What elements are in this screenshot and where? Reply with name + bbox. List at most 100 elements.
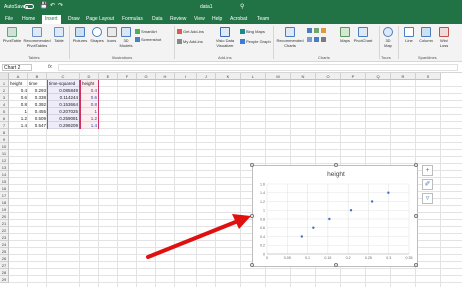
cell-d4[interactable]: 0.8: [80, 101, 99, 108]
cell-a6[interactable]: 1.2: [9, 115, 28, 122]
scatter-chart[interactable]: height 0 0.2 0.4 0.6 0.8 1 1.2 1.4 1.6 0 0.05 0.1 0.…: [250, 163, 418, 267]
cell-b6[interactable]: 0.509: [28, 115, 47, 122]
tab-acrobat[interactable]: Acrobat: [230, 16, 247, 22]
row-header-15[interactable]: 15: [0, 178, 9, 185]
cell-b5[interactable]: 0.455: [28, 108, 47, 115]
row-header-2[interactable]: 2: [0, 87, 9, 94]
row-header-14[interactable]: 14: [0, 171, 9, 178]
row-header-28[interactable]: 28: [0, 269, 9, 276]
select-all-corner[interactable]: [0, 73, 9, 80]
tab-review[interactable]: Review: [170, 16, 186, 22]
column-header-h[interactable]: H: [156, 73, 175, 80]
undo-icon[interactable]: ↶: [50, 2, 55, 9]
row-header-26[interactable]: 26: [0, 255, 9, 262]
tab-formulas[interactable]: Formulas: [122, 16, 143, 22]
column-header-b[interactable]: B: [28, 73, 47, 80]
row-header-21[interactable]: 21: [0, 220, 9, 227]
3d-models-button[interactable]: 3D Models: [118, 27, 134, 48]
column-header-n[interactable]: N: [291, 73, 316, 80]
autosave-toggle[interactable]: [24, 4, 34, 9]
row-header-1[interactable]: 1: [0, 80, 9, 87]
tab-team[interactable]: Team: [257, 16, 269, 22]
cell-c1[interactable]: time-squared: [47, 80, 80, 87]
my-addins-button[interactable]: My Add-ins: [177, 39, 203, 44]
row-header-9[interactable]: 9: [0, 136, 9, 143]
resize-handle[interactable]: [414, 163, 418, 167]
cell-b4[interactable]: 0.392: [28, 101, 47, 108]
cell-d7[interactable]: 1.4: [80, 122, 99, 129]
formula-input[interactable]: [58, 64, 458, 71]
chart-type-gallery[interactable]: [307, 28, 327, 33]
cell-c6[interactable]: 0.259081: [47, 115, 80, 122]
cell-b1[interactable]: time: [28, 80, 47, 87]
shapes-button[interactable]: Shapes: [89, 27, 105, 43]
row-header-7[interactable]: 7: [0, 122, 9, 129]
sparkline-line-button[interactable]: Line: [402, 27, 416, 43]
tab-data[interactable]: Data: [152, 16, 163, 22]
table-button[interactable]: Table: [52, 27, 66, 43]
row-header-17[interactable]: 17: [0, 192, 9, 199]
row-header-23[interactable]: 23: [0, 234, 9, 241]
plus-icon[interactable]: +: [422, 165, 433, 176]
sparkline-column-button[interactable]: Column: [417, 27, 435, 43]
cell-a5[interactable]: 1: [9, 108, 28, 115]
cell-a4[interactable]: 0.8: [9, 101, 28, 108]
smartart-button[interactable]: SmartArt: [135, 29, 157, 34]
column-header-l[interactable]: L: [241, 73, 266, 80]
cell-a3[interactable]: 0.6: [9, 94, 28, 101]
row-header-16[interactable]: 16: [0, 185, 9, 192]
pictures-button[interactable]: Pictures: [71, 27, 89, 43]
cell-a2[interactable]: 0.4: [9, 87, 28, 94]
row-header-6[interactable]: 6: [0, 115, 9, 122]
3d-map-button[interactable]: 3D Map: [381, 27, 395, 48]
recommended-pivottables-button[interactable]: Recommended PivotTables: [22, 27, 52, 48]
column-header-d[interactable]: D: [80, 73, 99, 80]
column-header-a[interactable]: A: [9, 73, 28, 80]
row-header-5[interactable]: 5: [0, 108, 9, 115]
row-header-3[interactable]: 3: [0, 94, 9, 101]
tab-file[interactable]: File: [5, 16, 13, 22]
row-header-11[interactable]: 11: [0, 150, 9, 157]
recommended-charts-button[interactable]: Recommended Charts: [275, 27, 305, 48]
column-header-j[interactable]: J: [197, 73, 216, 80]
maps-button[interactable]: Maps: [338, 27, 352, 43]
cell-c3[interactable]: 0.114244: [47, 94, 80, 101]
column-header-k[interactable]: K: [216, 73, 241, 80]
row-header-8[interactable]: 8: [0, 129, 9, 136]
bing-maps-button[interactable]: Bing Maps: [240, 29, 265, 34]
column-header-r[interactable]: R: [391, 73, 416, 80]
sparkline-winloss-button[interactable]: Win/ Loss: [437, 27, 451, 48]
resize-handle[interactable]: [414, 263, 418, 267]
cell-c4[interactable]: 0.153664: [47, 101, 80, 108]
resize-handle[interactable]: [250, 163, 254, 167]
row-header-10[interactable]: 10: [0, 143, 9, 150]
cell-c7[interactable]: 0.299209: [47, 122, 80, 129]
tab-home[interactable]: Home: [22, 16, 35, 22]
cell-d3[interactable]: 0.6: [80, 94, 99, 101]
cell-c5[interactable]: 0.207025: [47, 108, 80, 115]
cell-a7[interactable]: 1.4: [9, 122, 28, 129]
resize-handle[interactable]: [334, 263, 338, 267]
icons-button[interactable]: Icons: [105, 27, 118, 43]
tab-view[interactable]: View: [194, 16, 205, 22]
resize-handle[interactable]: [250, 263, 254, 267]
redo-icon[interactable]: ↷: [58, 2, 63, 9]
chart-type-gallery-2[interactable]: [307, 37, 327, 42]
screenshot-button[interactable]: Screenshot: [135, 37, 161, 42]
save-icon[interactable]: 💾: [40, 2, 47, 9]
column-header-e[interactable]: E: [99, 73, 118, 80]
name-box[interactable]: Chart 2: [2, 64, 32, 71]
column-header-q[interactable]: Q: [366, 73, 391, 80]
row-header-20[interactable]: 20: [0, 213, 9, 220]
tab-help[interactable]: Help: [212, 16, 222, 22]
row-header-29[interactable]: 29: [0, 276, 9, 283]
resize-handle[interactable]: [250, 214, 254, 218]
column-header-m[interactable]: M: [266, 73, 291, 80]
resize-handle[interactable]: [334, 163, 338, 167]
cell-b2[interactable]: 0.293: [28, 87, 47, 94]
people-graph-button[interactable]: People Graph: [240, 39, 271, 44]
row-header-13[interactable]: 13: [0, 164, 9, 171]
row-header-22[interactable]: 22: [0, 227, 9, 234]
pivotchart-button[interactable]: PivotChart: [352, 27, 374, 43]
cell-b3[interactable]: 0.338: [28, 94, 47, 101]
